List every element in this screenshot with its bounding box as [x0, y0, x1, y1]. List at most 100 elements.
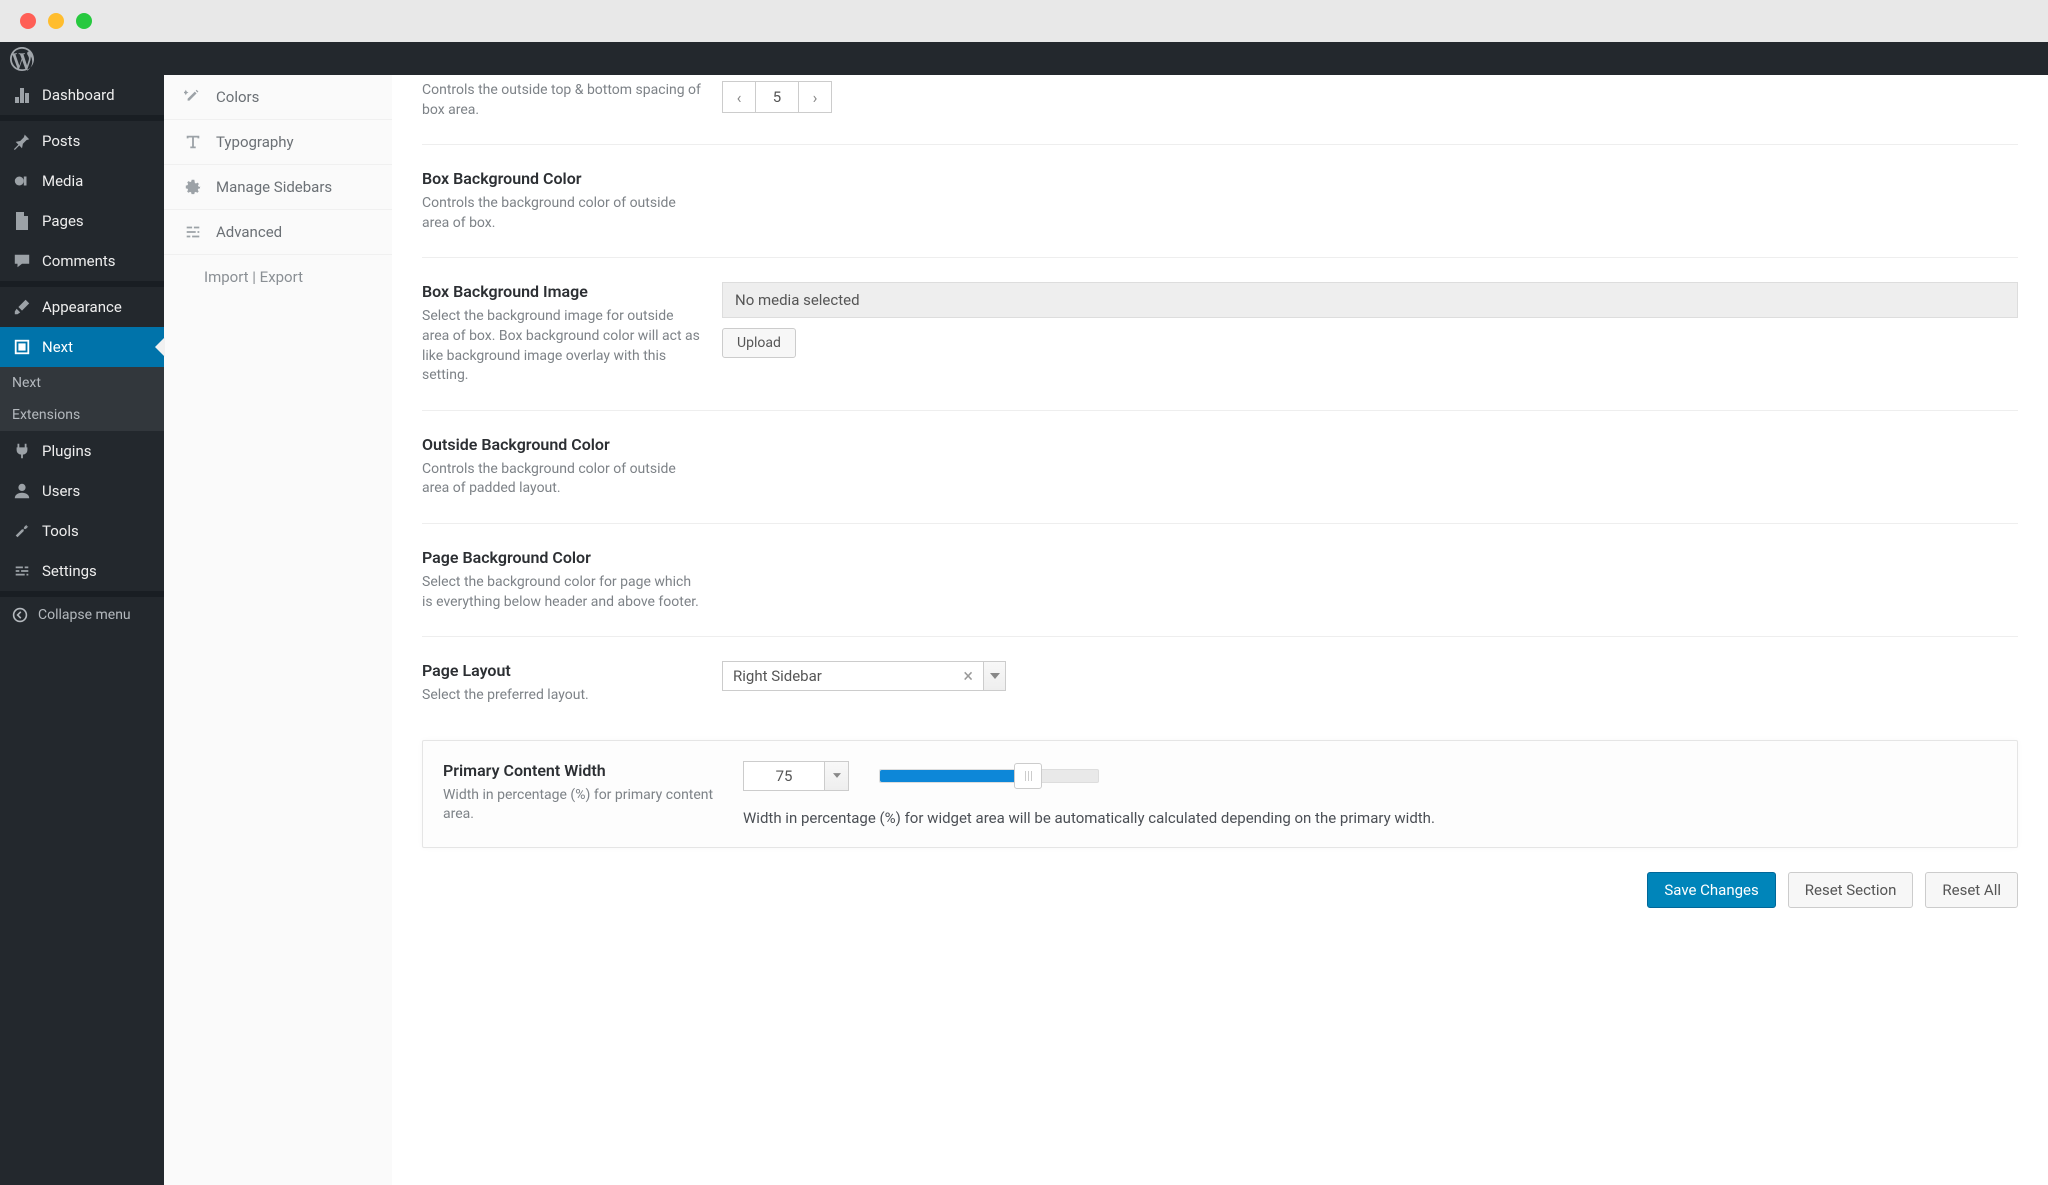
collapse-label: Collapse menu	[38, 607, 131, 623]
spinner-value[interactable]: 5	[755, 82, 799, 112]
setting-box-spacing: Controls the outside top & bottom spacin…	[422, 75, 2018, 145]
setting-title: Page Layout	[422, 661, 702, 680]
media-display: No media selected	[722, 282, 2018, 318]
box-spacing-spinner: ‹ 5 ›	[722, 81, 832, 113]
tab-manage-sidebars[interactable]: Manage Sidebars	[164, 165, 392, 210]
menu-label: Tools	[42, 522, 79, 540]
submenu-extensions[interactable]: Extensions	[0, 399, 164, 431]
setting-desc: Controls the background color of outside…	[422, 460, 702, 499]
menu-label: Appearance	[42, 298, 122, 316]
pin-icon	[12, 131, 32, 151]
reset-section-button[interactable]: Reset Section	[1788, 872, 1914, 908]
spinner-increment[interactable]: ›	[799, 82, 831, 112]
wp-admin-bar	[0, 42, 2048, 75]
tab-typography[interactable]: Typography	[164, 120, 392, 165]
setting-primary-content-width-highlighted: Primary Content Width Width in percentag…	[422, 740, 2018, 848]
setting-desc: Select the preferred layout.	[422, 686, 702, 706]
wp-admin-sidebar: Dashboard Posts Media Pages Comments	[0, 75, 164, 1185]
wrench-icon	[12, 521, 32, 541]
menu-plugins[interactable]: Plugins	[0, 431, 164, 471]
tab-label: Manage Sidebars	[216, 178, 332, 196]
primary-width-input[interactable]	[743, 761, 849, 791]
chevron-down-icon[interactable]	[824, 762, 848, 790]
menu-settings[interactable]: Settings	[0, 551, 164, 591]
menu-label: Pages	[42, 212, 84, 230]
menu-label: Next	[42, 338, 73, 356]
setting-title: Page Background Color	[422, 548, 702, 567]
menu-label: Posts	[42, 132, 80, 150]
setting-outside-bg-color: Outside Background Color Controls the ba…	[422, 411, 2018, 524]
form-actions: Save Changes Reset Section Reset All	[422, 848, 2018, 908]
window-minimize-icon[interactable]	[48, 13, 64, 29]
setting-desc: Controls the outside top & bottom spacin…	[422, 81, 702, 120]
widget-area-note: Width in percentage (%) for widget area …	[743, 809, 1997, 827]
setting-title: Box Background Color	[422, 169, 702, 188]
tab-advanced[interactable]: Advanced	[164, 210, 392, 255]
menu-tools[interactable]: Tools	[0, 511, 164, 551]
save-button[interactable]: Save Changes	[1647, 872, 1775, 908]
plug-icon	[12, 441, 32, 461]
tab-label: Advanced	[216, 223, 282, 241]
reset-all-button[interactable]: Reset All	[1925, 872, 2018, 908]
wordpress-logo-icon[interactable]	[10, 47, 34, 71]
primary-width-value-input[interactable]	[744, 762, 824, 790]
import-export-link[interactable]: Import | Export	[164, 255, 392, 299]
setting-desc: Controls the background color of outside…	[422, 194, 702, 233]
tab-label: Typography	[216, 133, 294, 151]
select-value: Right Sidebar	[733, 667, 822, 685]
spinner-decrement[interactable]: ‹	[723, 82, 755, 112]
menu-dashboard[interactable]: Dashboard	[0, 75, 164, 115]
typography-icon	[184, 133, 202, 151]
brush-icon	[12, 297, 32, 317]
menu-label: Plugins	[42, 442, 91, 460]
wand-icon	[184, 88, 202, 106]
setting-page-layout: Page Layout Select the preferred layout.…	[422, 637, 2018, 730]
menu-media[interactable]: Media	[0, 161, 164, 201]
menu-users[interactable]: Users	[0, 471, 164, 511]
slider-track[interactable]	[879, 769, 1099, 783]
primary-width-slider[interactable]	[879, 769, 1099, 783]
menu-label: Media	[42, 172, 83, 190]
chevron-left-icon: ‹	[737, 88, 742, 107]
tab-label: Colors	[216, 88, 259, 106]
chevron-right-icon: ›	[813, 88, 818, 107]
menu-appearance[interactable]: Appearance	[0, 287, 164, 327]
menu-label: Users	[42, 482, 80, 500]
gear-icon	[184, 178, 202, 196]
collapse-menu[interactable]: Collapse menu	[0, 597, 164, 633]
setting-desc: Width in percentage (%) for primary cont…	[443, 786, 723, 825]
collapse-icon	[12, 607, 28, 623]
dashboard-icon	[12, 85, 32, 105]
window-close-icon[interactable]	[20, 13, 36, 29]
setting-box-bg-color: Box Background Color Controls the backgr…	[422, 145, 2018, 258]
page-icon	[12, 211, 32, 231]
tab-colors[interactable]: Colors	[164, 75, 392, 120]
window-zoom-icon[interactable]	[76, 13, 92, 29]
menu-posts[interactable]: Posts	[0, 121, 164, 161]
menu-comments[interactable]: Comments	[0, 241, 164, 281]
menu-next[interactable]: Next	[0, 327, 164, 367]
upload-button[interactable]: Upload	[722, 328, 796, 358]
settings-panel: Controls the outside top & bottom spacin…	[392, 75, 2048, 1185]
user-icon	[12, 481, 32, 501]
clear-icon[interactable]: ×	[963, 666, 973, 687]
setting-desc: Select the background color for page whi…	[422, 573, 702, 612]
page-layout-select[interactable]: Right Sidebar ×	[722, 661, 1006, 691]
import-export-label: Import | Export	[204, 268, 303, 286]
setting-title: Primary Content Width	[443, 761, 723, 780]
window-titlebar	[0, 0, 2048, 42]
setting-desc: Select the background image for outside …	[422, 307, 702, 385]
menu-label: Dashboard	[42, 86, 115, 104]
chevron-down-icon[interactable]	[984, 661, 1006, 691]
slider-thumb[interactable]	[1014, 763, 1042, 789]
menu-label: Settings	[42, 562, 97, 580]
comment-icon	[12, 251, 32, 271]
menu-label: Comments	[42, 252, 116, 270]
equalizer-icon	[184, 223, 202, 241]
theme-options-sidebar: Colors Typography Manage Sidebars Advanc…	[164, 75, 392, 1185]
menu-pages[interactable]: Pages	[0, 201, 164, 241]
setting-box-bg-image: Box Background Image Select the backgrou…	[422, 258, 2018, 410]
slider-fill	[880, 770, 1028, 782]
menu-next-submenu: Next Extensions	[0, 367, 164, 431]
submenu-next[interactable]: Next	[0, 367, 164, 399]
